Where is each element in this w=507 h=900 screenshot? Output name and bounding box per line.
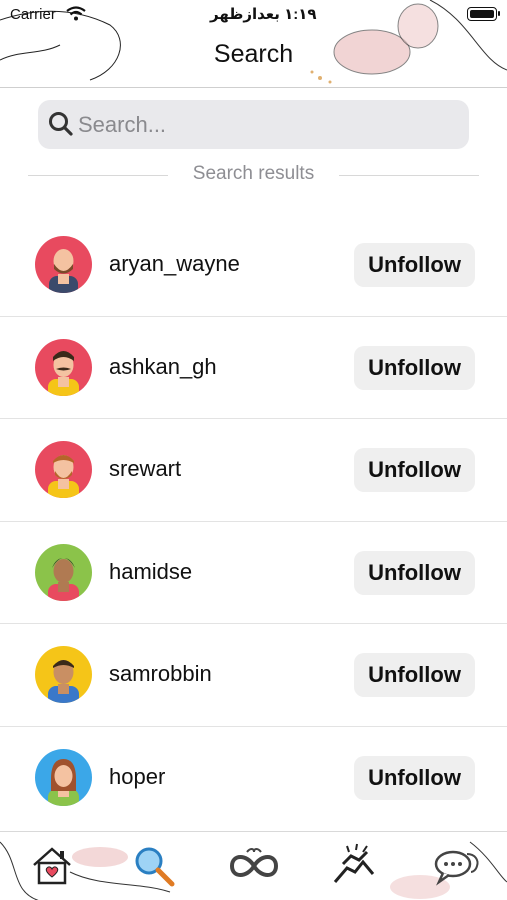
unfollow-button[interactable]: Unfollow xyxy=(354,550,475,595)
search-bar[interactable] xyxy=(38,100,469,149)
search-icon xyxy=(49,112,73,136)
unfollow-button[interactable]: Unfollow xyxy=(354,448,475,492)
username[interactable]: aryan_wayne xyxy=(109,251,240,277)
tab-infinity[interactable] xyxy=(226,840,282,892)
results-divider: Search results xyxy=(28,163,479,189)
infinity-icon xyxy=(229,848,279,877)
tab-bar xyxy=(0,831,507,900)
avatar[interactable] xyxy=(35,236,92,293)
unfollow-button[interactable]: Unfollow xyxy=(354,755,475,800)
avatar[interactable] xyxy=(35,441,92,498)
user-row: hoper Unfollow xyxy=(0,727,507,830)
user-row: ashkan_gh Unfollow xyxy=(0,317,507,419)
header-divider xyxy=(0,87,507,88)
avatar[interactable] xyxy=(35,338,92,396)
chat-icon xyxy=(434,850,479,886)
avatar[interactable] xyxy=(35,646,92,703)
user-row: srewart Unfollow xyxy=(0,419,507,522)
user-row: samrobbin Unfollow xyxy=(0,624,507,727)
carrier-label: Carrier xyxy=(10,6,56,23)
username[interactable]: hamidse xyxy=(109,559,192,585)
avatar[interactable] xyxy=(35,543,92,601)
tab-home[interactable] xyxy=(24,840,80,892)
search-input[interactable] xyxy=(78,100,458,149)
user-row: aryan_wayne Unfollow xyxy=(0,214,507,317)
handshake-icon xyxy=(333,843,375,883)
user-list: aryan_wayne Unfollow ashkan_gh Unfollow … xyxy=(0,214,507,829)
search-icon xyxy=(135,847,175,887)
tab-search[interactable] xyxy=(126,840,182,892)
unfollow-button[interactable]: Unfollow xyxy=(354,653,475,697)
tab-chat[interactable] xyxy=(428,840,484,892)
divider-line-right xyxy=(339,175,479,176)
username[interactable]: samrobbin xyxy=(109,661,212,687)
username[interactable]: hoper xyxy=(109,764,165,790)
avatar[interactable] xyxy=(35,748,92,806)
status-time: ۱:۱۹ بعدازظهر xyxy=(210,6,317,23)
status-bar: Carrier ۱:۱۹ بعدازظهر xyxy=(0,0,507,32)
home-icon xyxy=(33,847,71,885)
battery-icon xyxy=(467,7,500,21)
unfollow-button[interactable]: Unfollow xyxy=(354,345,475,390)
tab-handshake[interactable] xyxy=(326,840,382,892)
unfollow-button[interactable]: Unfollow xyxy=(354,243,475,287)
username[interactable]: srewart xyxy=(109,456,181,482)
user-row: hamidse Unfollow xyxy=(0,522,507,624)
results-label: Search results xyxy=(192,163,315,184)
wifi-icon xyxy=(66,6,86,21)
username[interactable]: ashkan_gh xyxy=(109,354,217,380)
page-title: Search xyxy=(213,40,294,68)
